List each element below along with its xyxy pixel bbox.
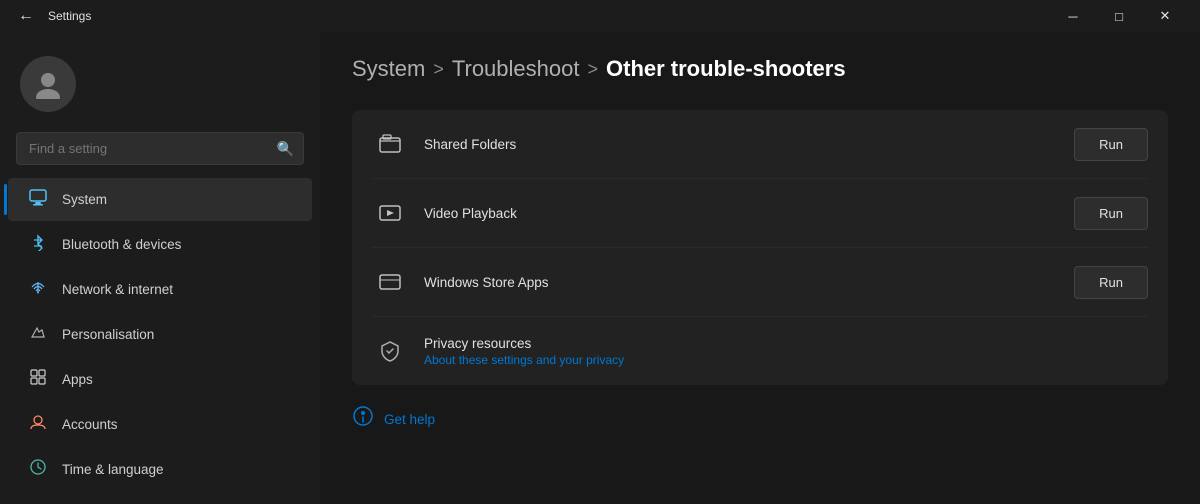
- main-layout: 🔍 System Bluetooth & devices Network & i…: [0, 32, 1200, 504]
- get-help-label: Get help: [384, 412, 435, 427]
- back-button[interactable]: ←: [12, 5, 40, 27]
- windows-store-run-button[interactable]: Run: [1074, 266, 1148, 299]
- nav-accounts[interactable]: Accounts: [8, 403, 312, 446]
- breadcrumb-current: Other trouble-shooters: [606, 56, 846, 82]
- privacy-icon: [372, 333, 408, 369]
- close-button[interactable]: ✕: [1142, 0, 1188, 32]
- sidebar: 🔍 System Bluetooth & devices Network & i…: [0, 32, 320, 504]
- troubleshooter-privacy: Privacy resources About these settings a…: [372, 317, 1148, 385]
- nav-accounts-label: Accounts: [62, 417, 118, 432]
- shared-folders-icon: [372, 126, 408, 162]
- get-help[interactable]: Get help: [352, 385, 1168, 441]
- nav-apps-label: Apps: [62, 372, 93, 387]
- nav-apps[interactable]: Apps: [8, 358, 312, 401]
- apps-icon: [28, 368, 48, 391]
- nav-network[interactable]: Network & internet: [8, 268, 312, 311]
- nav-time[interactable]: Time & language: [8, 448, 312, 491]
- nav-personalisation[interactable]: Personalisation: [8, 313, 312, 356]
- system-icon: [28, 188, 48, 211]
- avatar[interactable]: [20, 56, 76, 112]
- search-icon: 🔍: [277, 140, 294, 157]
- content-area: System > Troubleshoot > Other trouble-sh…: [320, 32, 1200, 504]
- shared-folders-run-button[interactable]: Run: [1074, 128, 1148, 161]
- nav-system[interactable]: System: [8, 178, 312, 221]
- breadcrumb-sep1: >: [433, 59, 444, 80]
- minimize-button[interactable]: ─: [1050, 0, 1096, 32]
- troubleshooter-windows-store: Windows Store Apps Run: [372, 248, 1148, 317]
- video-playback-run-button[interactable]: Run: [1074, 197, 1148, 230]
- search-box[interactable]: 🔍: [16, 132, 304, 165]
- maximize-button[interactable]: □: [1096, 0, 1142, 32]
- troubleshooter-video-playback: Video Playback Run: [372, 179, 1148, 248]
- nav-time-label: Time & language: [62, 462, 164, 477]
- nav-bluetooth[interactable]: Bluetooth & devices: [8, 223, 312, 266]
- search-input[interactable]: [16, 132, 304, 165]
- video-playback-label: Video Playback: [424, 206, 1058, 221]
- nav-personalisation-label: Personalisation: [62, 327, 154, 342]
- breadcrumb-sep2: >: [587, 59, 598, 80]
- titlebar: ← Settings ─ □ ✕: [0, 0, 1200, 32]
- nav-system-label: System: [62, 192, 107, 207]
- windows-store-label: Windows Store Apps: [424, 275, 1058, 290]
- troubleshooter-shared-folders: Shared Folders Run: [372, 110, 1148, 179]
- window-controls: ─ □ ✕: [1050, 0, 1188, 32]
- nav-bluetooth-label: Bluetooth & devices: [62, 237, 181, 252]
- video-playback-icon: [372, 195, 408, 231]
- accounts-icon: [28, 413, 48, 436]
- privacy-label: Privacy resources: [424, 336, 1148, 351]
- nav-network-label: Network & internet: [62, 282, 173, 297]
- breadcrumb-troubleshoot[interactable]: Troubleshoot: [452, 56, 580, 82]
- network-icon: [28, 278, 48, 301]
- app-title: Settings: [48, 9, 91, 23]
- time-icon: [28, 458, 48, 481]
- shared-folders-label: Shared Folders: [424, 137, 1058, 152]
- avatar-area: [0, 40, 320, 132]
- windows-store-icon: [372, 264, 408, 300]
- breadcrumb-system[interactable]: System: [352, 56, 425, 82]
- troubleshooters-card: Shared Folders Run Video Playback Run Wi…: [352, 110, 1168, 385]
- privacy-text: Privacy resources About these settings a…: [424, 336, 1148, 367]
- breadcrumb: System > Troubleshoot > Other trouble-sh…: [352, 32, 1168, 110]
- privacy-subtext[interactable]: About these settings and your privacy: [424, 353, 1148, 367]
- bluetooth-icon: [28, 233, 48, 256]
- personalisation-icon: [28, 323, 48, 346]
- get-help-icon: [352, 405, 374, 433]
